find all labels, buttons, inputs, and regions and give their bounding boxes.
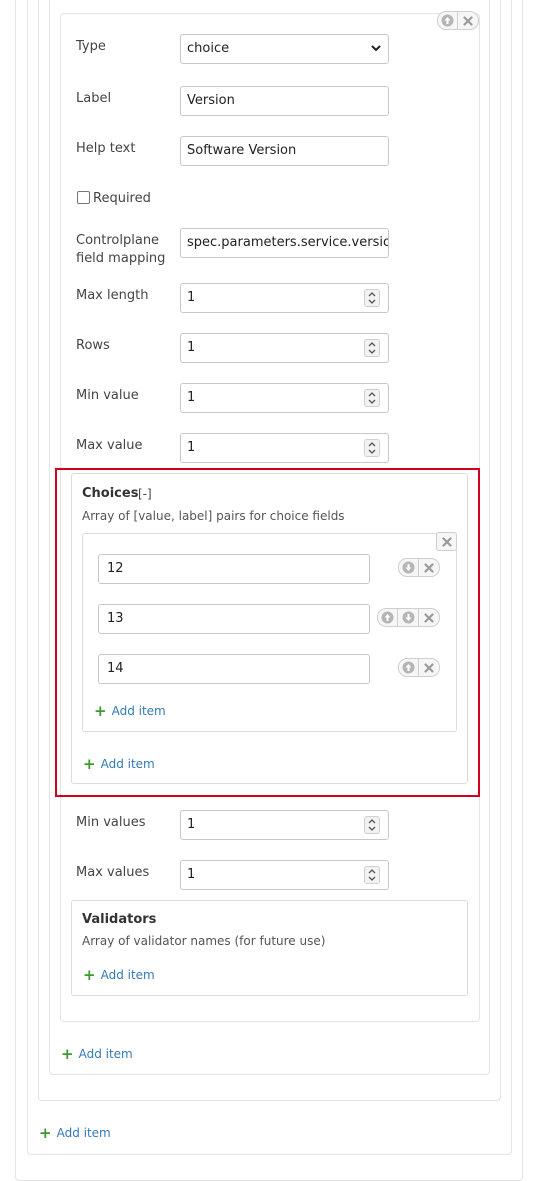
- controlplane-mapping-input[interactable]: spec.parameters.service.version: [180, 228, 389, 258]
- type-label: Type: [76, 39, 106, 54]
- max-value-input[interactable]: 1: [180, 433, 389, 463]
- required-checkbox[interactable]: [77, 191, 90, 204]
- plus-icon: +: [83, 966, 96, 984]
- highlight-frame: [55, 468, 480, 797]
- add-item-label: Add item: [100, 968, 155, 982]
- max-length-value: 1: [187, 290, 196, 305]
- min-value-label: Min value: [76, 388, 139, 403]
- validators-title: Validators: [82, 912, 157, 927]
- rows-value: 1: [187, 340, 196, 355]
- max-values-input[interactable]: 1: [180, 860, 389, 890]
- arrow-up-icon: [441, 14, 454, 27]
- fields-add-item-button[interactable]: + Add item: [61, 1045, 133, 1063]
- spinner-arrows-icon: [368, 819, 376, 831]
- max-value-spinner[interactable]: [364, 439, 380, 457]
- close-icon: [463, 15, 473, 26]
- validators-description: Array of validator names (for future use…: [82, 934, 326, 948]
- spinner-arrows-icon: [368, 869, 376, 881]
- add-item-label: Add item: [56, 1126, 111, 1140]
- min-values-value: 1: [187, 817, 196, 832]
- min-value-value: 1: [187, 390, 196, 405]
- max-value-value: 1: [187, 440, 196, 455]
- sections-add-item-button[interactable]: + Add item: [39, 1124, 111, 1142]
- spinner-arrows-icon: [368, 392, 376, 404]
- controlplane-label-line1: Controlplane: [76, 233, 160, 248]
- help-text-input[interactable]: Software Version: [180, 136, 389, 166]
- min-values-input[interactable]: 1: [180, 810, 389, 840]
- required-label: Required: [93, 191, 151, 206]
- help-text-label: Help text: [76, 141, 136, 156]
- rows-input[interactable]: 1: [180, 333, 389, 363]
- max-length-input[interactable]: 1: [180, 283, 389, 313]
- max-length-spinner[interactable]: [364, 289, 380, 307]
- spinner-arrows-icon: [368, 442, 376, 454]
- max-value-label: Max value: [76, 438, 143, 453]
- controlplane-label-line2: field mapping: [76, 251, 166, 266]
- max-length-label: Max length: [76, 288, 149, 303]
- label-label: Label: [76, 91, 112, 106]
- type-select[interactable]: choice: [180, 34, 389, 64]
- remove-item-button[interactable]: [458, 11, 479, 30]
- rows-label: Rows: [76, 338, 110, 353]
- rows-spinner[interactable]: [364, 339, 380, 357]
- add-item-label: Add item: [78, 1047, 133, 1061]
- label-input[interactable]: Version: [180, 86, 389, 116]
- plus-icon: +: [61, 1045, 74, 1063]
- spinner-arrows-icon: [368, 292, 376, 304]
- validators-add-item-button[interactable]: + Add item: [83, 966, 155, 984]
- min-values-label: Min values: [76, 815, 146, 830]
- min-values-spinner[interactable]: [364, 816, 380, 834]
- plus-icon: +: [39, 1124, 52, 1142]
- min-value-input[interactable]: 1: [180, 383, 389, 413]
- min-value-spinner[interactable]: [364, 389, 380, 407]
- max-values-value: 1: [187, 867, 196, 882]
- move-up-button[interactable]: [437, 11, 458, 30]
- chevron-down-icon: [371, 45, 381, 52]
- type-select-value: choice: [187, 41, 230, 56]
- max-values-label: Max values: [76, 865, 150, 880]
- item-card-controls: [437, 11, 479, 30]
- spinner-arrows-icon: [368, 342, 376, 354]
- max-values-spinner[interactable]: [364, 866, 380, 884]
